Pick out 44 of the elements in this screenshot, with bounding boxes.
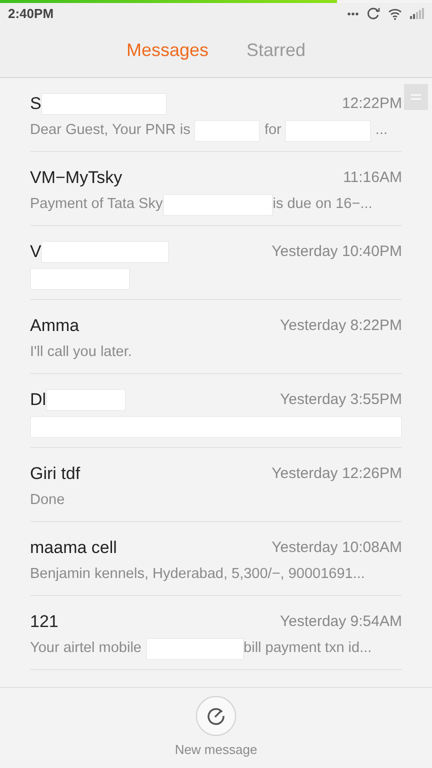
conversation-row[interactable]: Dl Yesterday 3:55PM	[30, 374, 402, 448]
sync-icon	[367, 7, 380, 20]
message-preview: Done	[30, 490, 65, 510]
contact-name: Amma	[30, 315, 80, 337]
message-preview: ...	[374, 120, 388, 140]
conversation-row[interactable]: maama cell Yesterday 10:08AM Benjamin kennels, Hyderabad, 5,300/−, 90001691...	[30, 522, 402, 596]
message-preview: Your airtel mobile	[30, 638, 142, 658]
compose-button[interactable]	[196, 696, 236, 736]
conversation-row[interactable]: S 12:22PM Dear Guest, Your PNR is for ...	[30, 78, 402, 152]
compose-label: New message	[174, 741, 258, 759]
message-time: 12:22PM	[342, 94, 402, 114]
message-preview: Benjamin kennels, Hyderabad, 5,300/−, 90001691...	[30, 564, 365, 584]
message-time: Yesterday 8:22PM	[280, 316, 402, 336]
message-time: 11:16AM	[343, 168, 402, 188]
compose-icon	[206, 706, 226, 726]
message-preview: I'll call you later.	[30, 342, 132, 362]
conversation-row[interactable]: Amma Yesterday 8:22PM I'll call you later.	[30, 300, 402, 374]
message-preview: for	[263, 120, 282, 140]
more-dots-icon	[347, 12, 359, 16]
message-preview: is due on 16−...	[272, 194, 372, 214]
contact-name: Dl	[30, 389, 46, 411]
message-time: Yesterday 10:40PM	[272, 242, 402, 262]
message-preview: Payment of Tata Sky	[30, 194, 163, 214]
message-preview: Dear Guest, Your PNR is	[30, 120, 192, 140]
wifi-icon	[388, 8, 402, 20]
contact-name: maama cell	[30, 537, 117, 559]
message-time: Yesterday 9:54AM	[280, 612, 402, 632]
signal-icon	[410, 8, 424, 19]
conversation-row[interactable]: VM−MyTsky 11:16AM Payment of Tata Sky is due on 16−...	[30, 152, 402, 226]
message-time: Yesterday 3:55PM	[280, 390, 402, 410]
message-time: Yesterday 10:08AM	[272, 538, 402, 558]
message-preview: bill payment txn id...	[244, 638, 372, 658]
message-time: Yesterday 12:26PM	[272, 464, 402, 484]
contact-name: S	[30, 93, 42, 115]
conversation-row[interactable]: Giri tdf Yesterday 12:26PM Done	[30, 448, 402, 522]
conversation-row[interactable]: 121 Yesterday 9:54AM Your airtel mobile bill payment txn id...	[30, 596, 402, 670]
contact-name: VM−MyTsky	[30, 167, 122, 189]
status-time: 2:40PM	[8, 4, 54, 23]
contact-name: 121	[30, 611, 58, 633]
scroll-handle[interactable]	[404, 84, 428, 110]
handle-lines-icon	[411, 94, 421, 100]
contact-name: Giri tdf	[30, 463, 80, 485]
conversation-row[interactable]: V Yesterday 10:40PM	[30, 226, 402, 300]
contact-name: V	[30, 241, 42, 263]
